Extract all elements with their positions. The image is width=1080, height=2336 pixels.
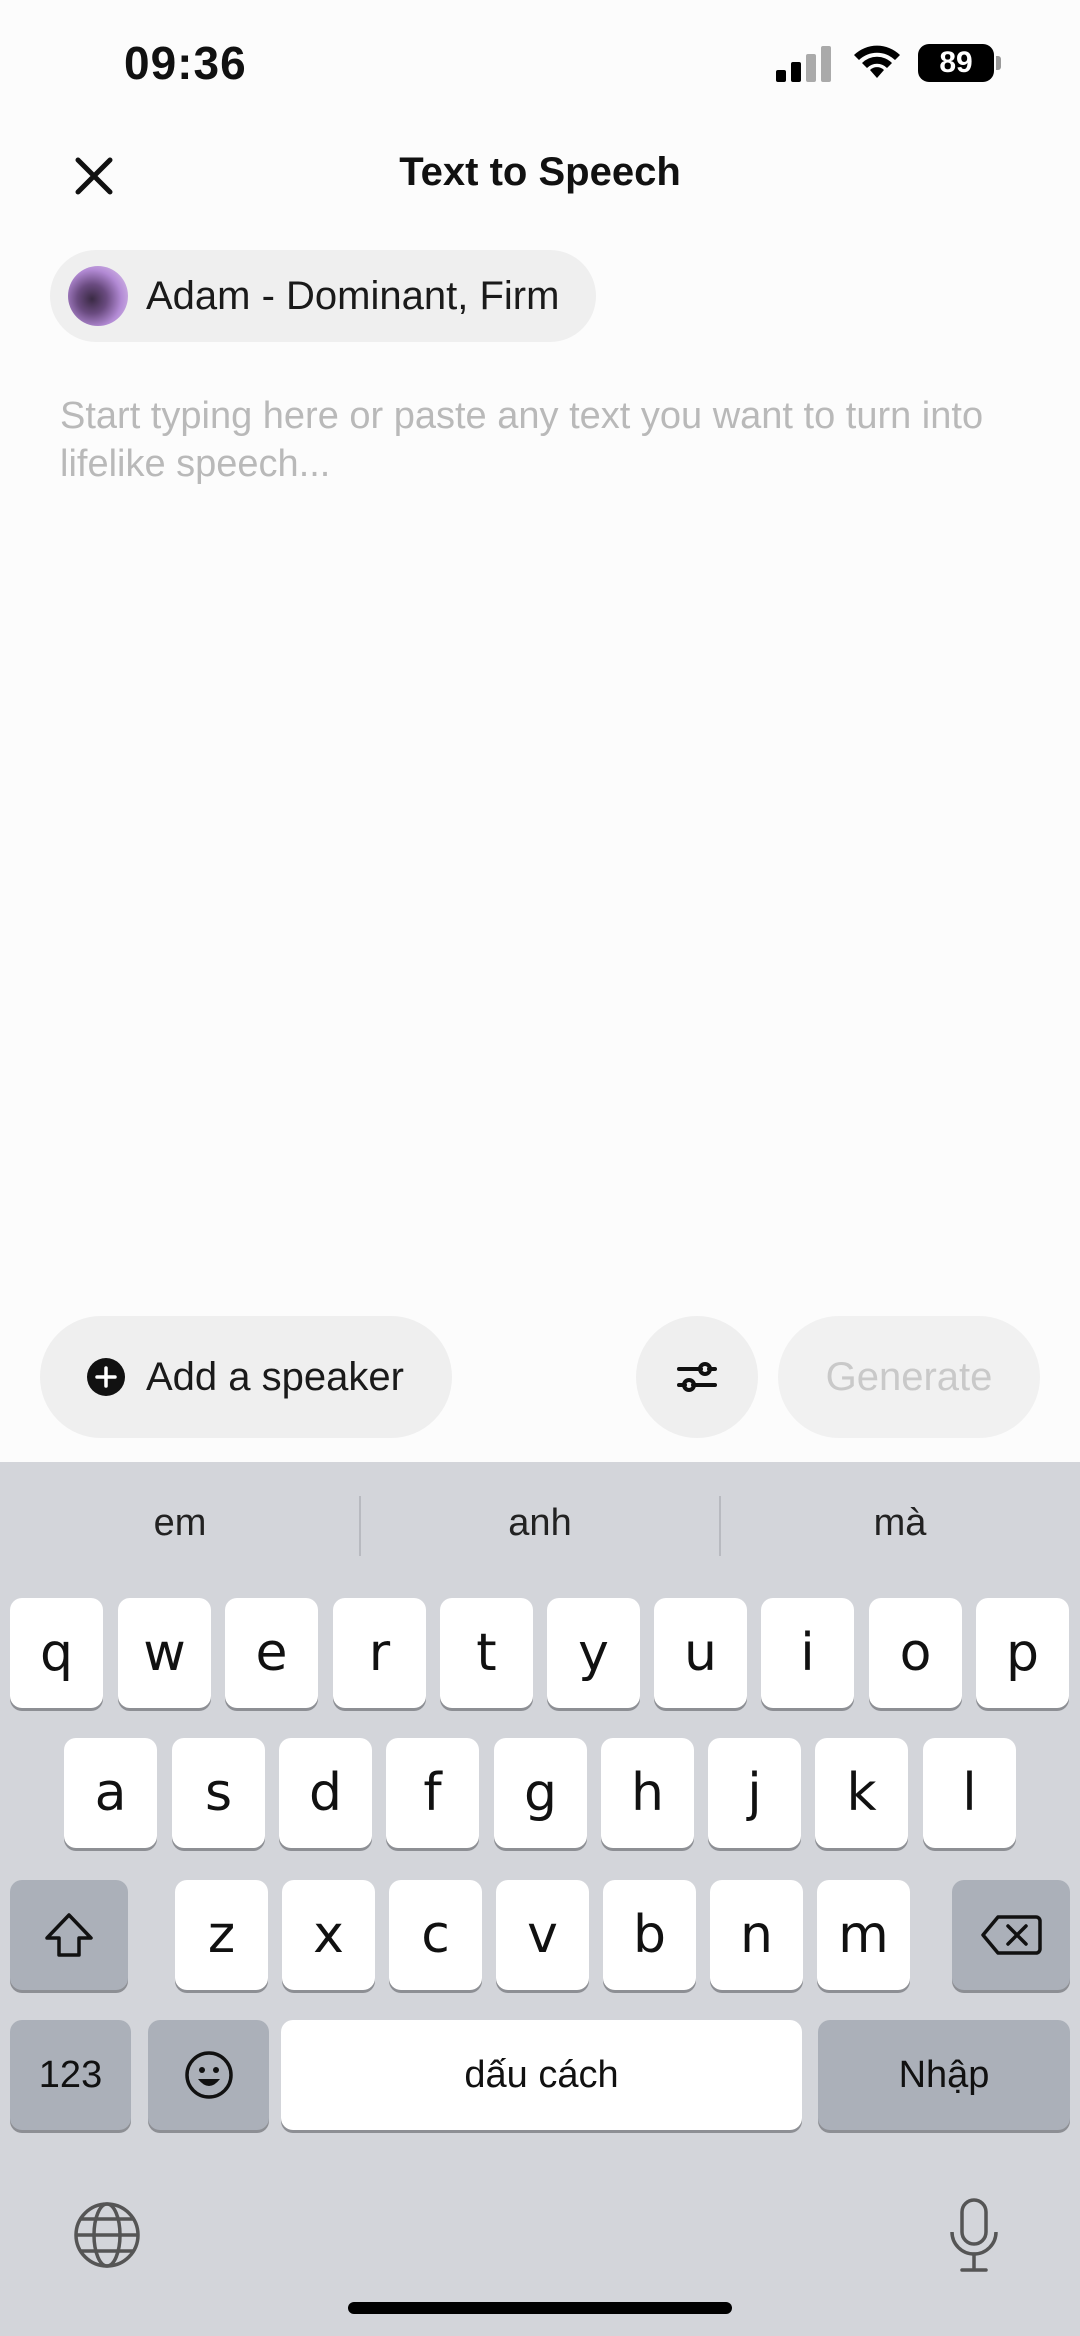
key-b[interactable]: b bbox=[603, 1880, 696, 1990]
key-r[interactable]: r bbox=[333, 1598, 426, 1708]
emoji-key[interactable] bbox=[148, 2020, 269, 2130]
wifi-icon bbox=[854, 45, 900, 78]
key-y[interactable]: y bbox=[547, 1598, 640, 1708]
key-t[interactable]: t bbox=[440, 1598, 533, 1708]
key-x[interactable]: x bbox=[282, 1880, 375, 1990]
key-n[interactable]: n bbox=[710, 1880, 803, 1990]
key-q[interactable]: q bbox=[10, 1598, 103, 1708]
microphone-icon[interactable] bbox=[946, 2196, 1002, 2276]
key-o[interactable]: o bbox=[869, 1598, 962, 1708]
key-g[interactable]: g bbox=[494, 1738, 587, 1848]
key-v[interactable]: v bbox=[496, 1880, 589, 1990]
key-m[interactable]: m bbox=[817, 1880, 910, 1990]
cellular-signal-icon bbox=[776, 46, 831, 82]
add-speaker-label: Add a speaker bbox=[146, 1354, 404, 1399]
page-title: Text to Speech bbox=[399, 150, 681, 194]
key-k[interactable]: k bbox=[815, 1738, 908, 1848]
key-s[interactable]: s bbox=[172, 1738, 265, 1848]
battery-level: 89 bbox=[918, 44, 994, 82]
key-j[interactable]: j bbox=[708, 1738, 801, 1848]
emoji-icon bbox=[184, 2051, 233, 2099]
voice-selector[interactable]: Adam - Dominant, Firm bbox=[50, 250, 596, 342]
key-d[interactable]: d bbox=[279, 1738, 372, 1848]
numbers-key[interactable]: 123 bbox=[10, 2020, 131, 2130]
text-input[interactable] bbox=[60, 392, 1030, 1252]
key-p[interactable]: p bbox=[976, 1598, 1069, 1708]
key-a[interactable]: a bbox=[64, 1738, 157, 1848]
key-z[interactable]: z bbox=[175, 1880, 268, 1990]
keyboard: em anh mà q w e r t y u i o p a s d f g … bbox=[0, 1462, 1080, 2336]
status-time: 09:36 bbox=[124, 37, 247, 89]
home-indicator bbox=[348, 2302, 732, 2314]
globe-icon[interactable] bbox=[72, 2200, 142, 2270]
key-e[interactable]: e bbox=[225, 1598, 318, 1708]
suggestion-1[interactable]: em bbox=[0, 1502, 360, 1545]
key-w[interactable]: w bbox=[118, 1598, 211, 1708]
voice-name: Adam - Dominant, Firm bbox=[146, 273, 560, 318]
space-key[interactable]: dấu cách bbox=[281, 2020, 802, 2130]
voice-settings-button[interactable] bbox=[636, 1316, 758, 1438]
key-f[interactable]: f bbox=[386, 1738, 479, 1848]
suggestion-2[interactable]: anh bbox=[360, 1502, 720, 1545]
key-c[interactable]: c bbox=[389, 1880, 482, 1990]
add-speaker-button[interactable]: Add a speaker bbox=[40, 1316, 452, 1438]
shift-icon bbox=[45, 1913, 93, 1957]
suggestion-3[interactable]: mà bbox=[720, 1502, 1080, 1545]
shift-key[interactable] bbox=[10, 1880, 128, 1990]
voice-avatar bbox=[68, 266, 128, 326]
delete-key[interactable] bbox=[952, 1880, 1070, 1990]
backspace-icon bbox=[981, 1915, 1042, 1955]
key-l[interactable]: l bbox=[923, 1738, 1016, 1848]
plus-circle-icon bbox=[87, 1358, 125, 1396]
battery-icon: 89 bbox=[918, 44, 1002, 82]
key-i[interactable]: i bbox=[761, 1598, 854, 1708]
return-key[interactable]: Nhập bbox=[818, 2020, 1070, 2130]
sliders-icon bbox=[677, 1362, 717, 1392]
generate-button[interactable]: Generate bbox=[778, 1316, 1040, 1438]
key-u[interactable]: u bbox=[654, 1598, 747, 1708]
key-h[interactable]: h bbox=[601, 1738, 694, 1848]
